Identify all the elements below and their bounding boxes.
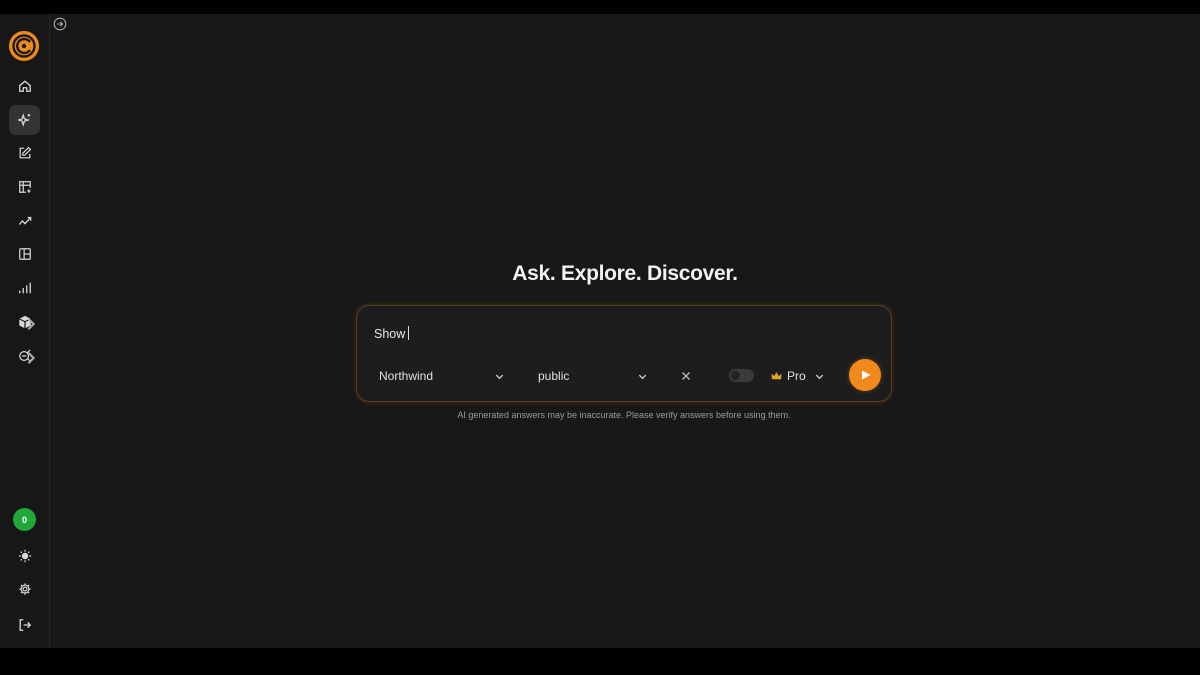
settings-button[interactable] bbox=[9, 574, 40, 604]
database-select[interactable]: Northwind bbox=[379, 363, 505, 389]
sidebar: 0 bbox=[0, 14, 50, 648]
model-select-value: Pro bbox=[787, 369, 806, 383]
model-select[interactable]: Pro bbox=[771, 363, 829, 389]
sun-icon bbox=[18, 549, 31, 563]
app-window: 0 Ask. Explore. Discover. Show Northwind… bbox=[0, 14, 1200, 648]
sidebar-item-tables[interactable] bbox=[9, 172, 40, 202]
sidebar-item-editor[interactable] bbox=[9, 138, 40, 168]
gear-icon bbox=[18, 583, 31, 595]
table-add-icon bbox=[18, 181, 31, 193]
sidebar-item-layout[interactable] bbox=[9, 239, 40, 269]
sidebar-item-home[interactable] bbox=[9, 71, 40, 101]
prompt-input[interactable]: Show bbox=[374, 326, 410, 341]
layout-panel-icon bbox=[18, 248, 31, 260]
chevron-down-icon bbox=[638, 374, 647, 379]
theme-toggle-button[interactable] bbox=[9, 541, 40, 571]
ask-box: Show Northwind public Pro bbox=[356, 305, 892, 402]
toggle-knob bbox=[731, 371, 740, 380]
sidebar-item-trends[interactable] bbox=[9, 206, 40, 236]
trend-icon bbox=[18, 216, 31, 225]
text-cursor bbox=[408, 326, 410, 340]
page-title: Ask. Explore. Discover. bbox=[512, 262, 738, 285]
disclaimer-text: AI generated answers may be inaccurate. … bbox=[457, 410, 791, 420]
logout-button[interactable] bbox=[9, 610, 40, 640]
database-select-value: Northwind bbox=[379, 369, 434, 383]
edit-icon bbox=[19, 146, 31, 159]
expand-sidebar-icon[interactable] bbox=[53, 17, 67, 31]
home-icon bbox=[18, 80, 31, 92]
chevron-down-icon bbox=[815, 374, 823, 379]
play-icon bbox=[862, 370, 871, 380]
bar-chart-icon bbox=[18, 282, 31, 294]
schema-select[interactable]: public bbox=[538, 363, 648, 389]
option-toggle[interactable] bbox=[729, 369, 754, 382]
schema-select-value: public bbox=[538, 369, 570, 383]
crown-icon bbox=[771, 372, 782, 380]
sidebar-item-charts[interactable] bbox=[9, 273, 40, 303]
logout-icon bbox=[19, 619, 31, 631]
sidebar-item-integrations[interactable] bbox=[9, 341, 40, 371]
prompt-input-value: Show bbox=[374, 327, 406, 341]
chevron-right-icon bbox=[27, 352, 36, 364]
sidebar-item-ai-assistant[interactable] bbox=[9, 105, 40, 135]
avatar[interactable]: 0 bbox=[13, 508, 36, 531]
sparkles-icon bbox=[17, 113, 30, 127]
sidebar-item-models[interactable] bbox=[9, 307, 40, 337]
chevron-down-icon bbox=[495, 374, 504, 379]
close-icon[interactable] bbox=[679, 369, 693, 383]
send-button[interactable] bbox=[849, 359, 881, 391]
app-logo[interactable] bbox=[9, 31, 39, 61]
chevron-right-icon bbox=[27, 318, 36, 330]
